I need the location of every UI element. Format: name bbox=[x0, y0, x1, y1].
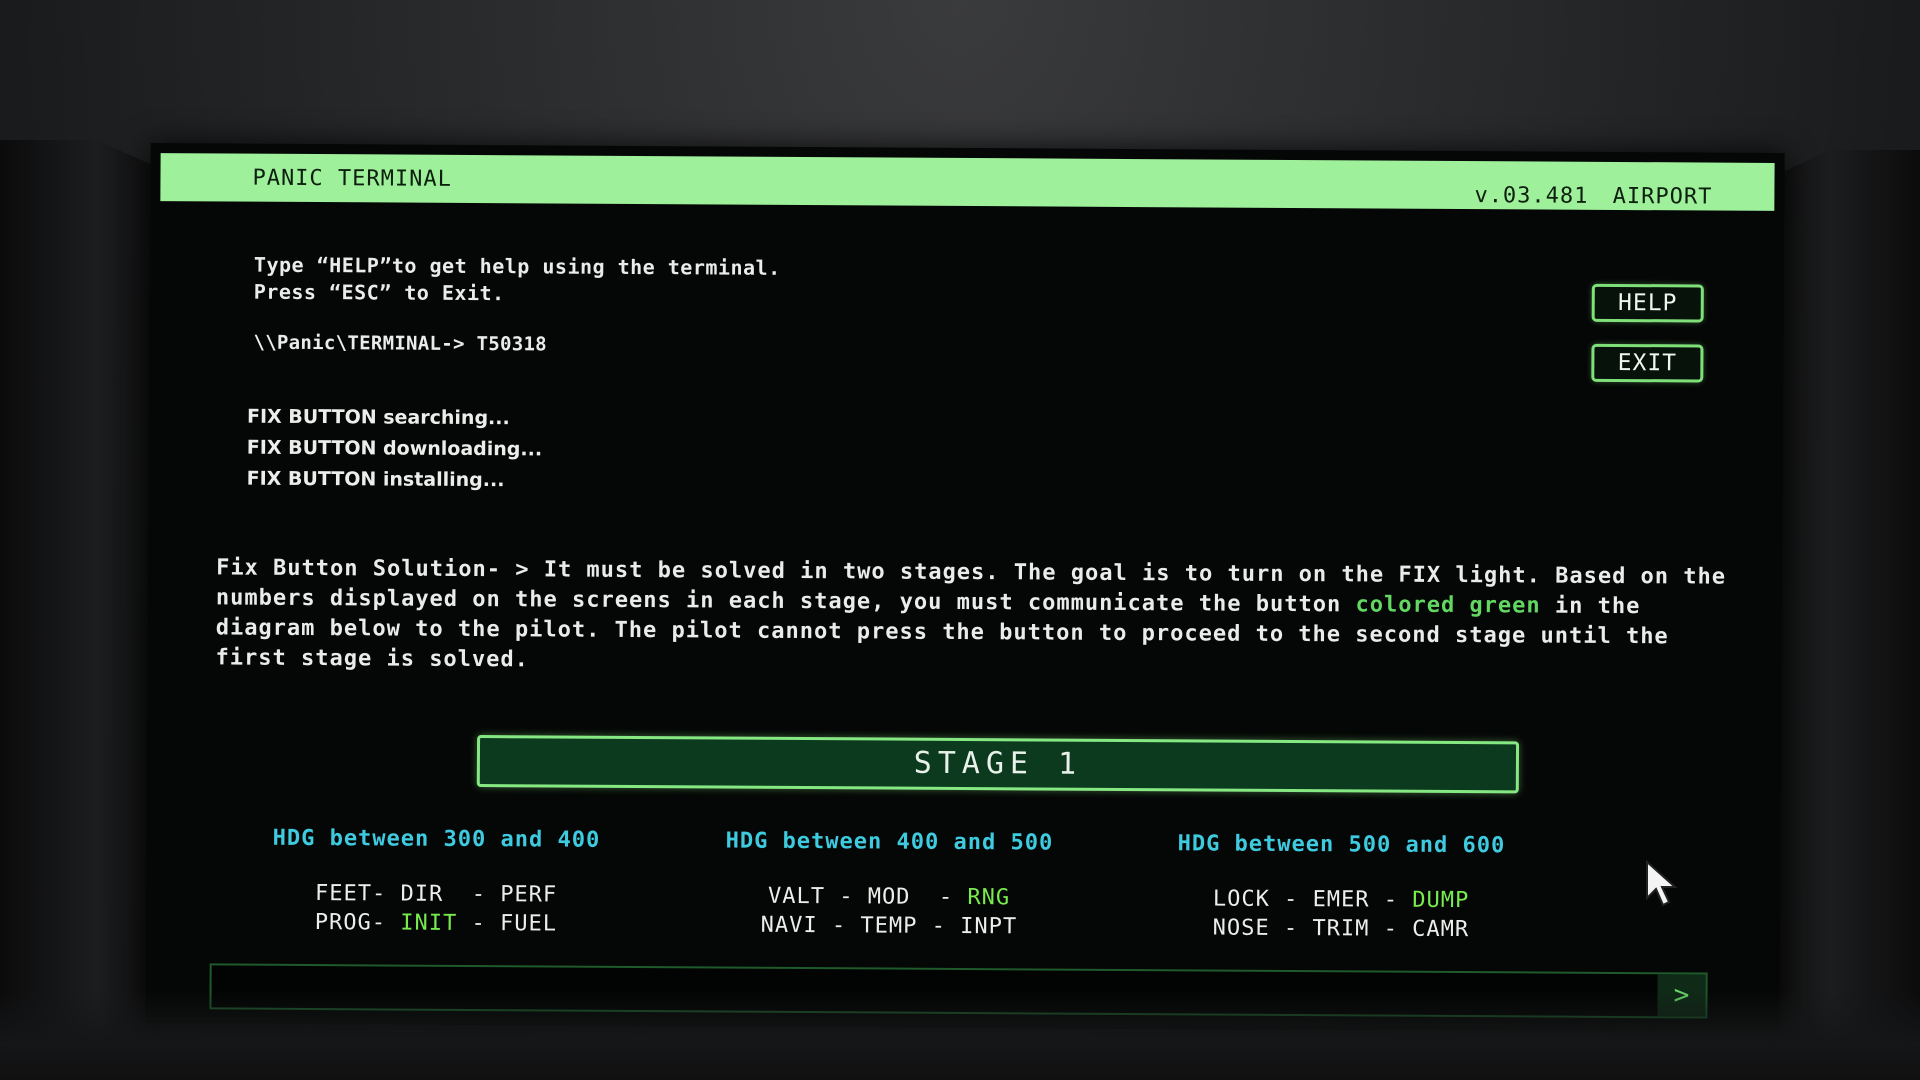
separator: - bbox=[917, 913, 961, 939]
button-code: DIR bbox=[400, 881, 444, 907]
monitor-bezel-right bbox=[1770, 150, 1920, 1080]
button-row: NAVI - TEMP - INPT bbox=[689, 910, 1089, 941]
button-code: NAVI bbox=[760, 912, 818, 939]
button-code-highlighted: DUMP bbox=[1412, 887, 1470, 914]
log-line: FIX BUTTON searching... bbox=[246, 405, 510, 430]
button-code: CAMR bbox=[1412, 916, 1470, 943]
heading-range-label: HDG between 500 and 600 bbox=[1177, 831, 1506, 859]
separator: - bbox=[910, 884, 968, 911]
separator: - bbox=[443, 881, 501, 908]
separator: - bbox=[817, 913, 861, 939]
heading-group-500-600: HDG between 500 and 600 LOCK - EMER - DU… bbox=[1141, 831, 1542, 944]
separator: - bbox=[371, 910, 401, 936]
terminal-title: PANIC TERMINAL bbox=[252, 165, 453, 192]
intro-text: Type “HELP”to get help using the termina… bbox=[254, 252, 781, 309]
solution-highlight: colored green bbox=[1355, 592, 1541, 619]
stage-banner: STAGE 1 bbox=[476, 735, 1520, 794]
separator: - bbox=[1369, 916, 1413, 942]
separator: - bbox=[824, 884, 868, 910]
button-row: FEET- DIR - PERF bbox=[236, 879, 636, 910]
heading-group-400-500: HDG between 400 and 500 VALT - MOD - RNG… bbox=[689, 828, 1090, 941]
button-code: NOSE bbox=[1212, 915, 1270, 941]
terminal-screen: PANIC TERMINAL v.03.481 AIRPORT Type “HE… bbox=[145, 143, 1785, 1033]
intro-line-exit: Press “ESC” to Exit. bbox=[253, 279, 505, 306]
button-code-highlighted: INIT bbox=[400, 910, 458, 936]
status-log: FIX BUTTON searching... FIX BUTTON downl… bbox=[247, 402, 543, 497]
mouse-pointer-icon bbox=[1646, 860, 1678, 907]
button-row: NOSE - TRIM - CAMR bbox=[1141, 913, 1541, 944]
log-line: FIX BUTTON installing... bbox=[246, 467, 505, 492]
heading-range-label: HDG between 300 and 400 bbox=[272, 825, 601, 853]
button-code: MOD bbox=[867, 884, 911, 910]
button-row: LOCK - EMER - DUMP bbox=[1141, 884, 1541, 915]
scene: PANIC TERMINAL v.03.481 AIRPORT Type “HE… bbox=[0, 0, 1920, 1080]
exit-button[interactable]: EXIT bbox=[1591, 343, 1704, 383]
button-code: PERF bbox=[500, 882, 558, 908]
button-code-highlighted: RNG bbox=[967, 885, 1011, 911]
solution-text: Fix Button Solution- > It must be solved… bbox=[215, 553, 1736, 682]
help-button[interactable]: HELP bbox=[1591, 283, 1704, 323]
desk-shadow bbox=[0, 990, 1920, 1080]
button-code: LOCK bbox=[1212, 886, 1270, 912]
separator: - bbox=[1269, 886, 1313, 913]
separator: - bbox=[1269, 915, 1313, 942]
button-code: PROG bbox=[314, 910, 372, 936]
separator: - bbox=[371, 881, 401, 907]
log-line: FIX BUTTON downloading... bbox=[246, 436, 543, 461]
separator: - bbox=[1369, 887, 1413, 913]
title-bar: PANIC TERMINAL v.03.481 AIRPORT bbox=[160, 153, 1775, 211]
button-code: TEMP bbox=[860, 913, 918, 939]
button-code: TRIM bbox=[1312, 916, 1370, 942]
separator: - bbox=[457, 910, 501, 937]
heading-group-300-400: HDG between 300 and 400 FEET- DIR - PERF… bbox=[236, 826, 637, 939]
intro-line-help: Type “HELP”to get help using the termina… bbox=[253, 252, 781, 280]
heading-range-label: HDG between 400 and 500 bbox=[725, 828, 1054, 856]
button-code: FEET bbox=[314, 881, 373, 907]
button-code: VALT bbox=[767, 883, 826, 910]
command-prompt: \\Panic\TERMINAL-> T50318 bbox=[253, 331, 548, 356]
button-row: PROG- INIT - FUEL bbox=[236, 908, 636, 939]
button-code: FUEL bbox=[499, 911, 558, 937]
button-row: VALT - MOD - RNG bbox=[689, 881, 1089, 912]
button-code: EMER bbox=[1312, 887, 1370, 913]
monitor-bezel-left bbox=[0, 140, 160, 1080]
version-label: v.03.481 AIRPORT bbox=[1474, 183, 1713, 210]
button-code: INPT bbox=[960, 913, 1018, 940]
